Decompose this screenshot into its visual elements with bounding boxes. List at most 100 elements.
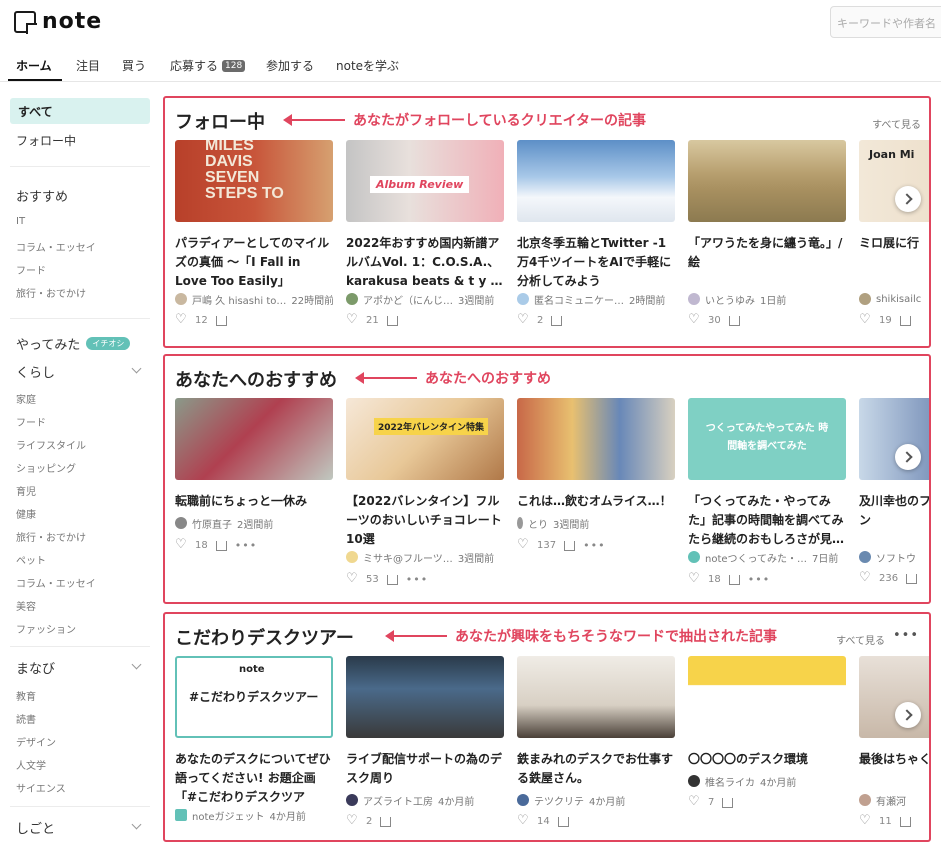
- article-card[interactable]: つくってみたやってみた 時間軸を調べてみた 「つくってみた・やってみた」記事の時…: [688, 398, 846, 586]
- tab-apply[interactable]: 応募する 128: [170, 57, 246, 74]
- tab-join[interactable]: 参加する: [266, 57, 314, 74]
- sidebar-item[interactable]: 美容: [16, 598, 36, 613]
- magazine-icon[interactable]: [728, 574, 740, 585]
- sidebar-item[interactable]: 旅行・おでかけ: [16, 529, 86, 544]
- heart-icon[interactable]: [859, 312, 871, 327]
- author-name[interactable]: 竹原直子: [192, 516, 232, 531]
- more-icon[interactable]: •••: [893, 628, 919, 643]
- article-thumbnail[interactable]: [517, 140, 675, 222]
- avatar[interactable]: [346, 794, 358, 806]
- more-icon[interactable]: •••: [583, 539, 605, 552]
- sidebar-item[interactable]: IT: [16, 216, 25, 227]
- article-card[interactable]: Joan Mi ミロ展に行 shikisailc 19: [859, 140, 929, 327]
- sidebar-item[interactable]: ファッション: [16, 621, 76, 636]
- article-title[interactable]: パラディアーとしてのマイルズの真価 〜「I Fall in Love Too E…: [175, 234, 333, 291]
- article-thumbnail[interactable]: つくってみたやってみた 時間軸を調べてみた: [688, 398, 846, 480]
- sidebar-item[interactable]: ショッピング: [16, 460, 76, 475]
- author-name[interactable]: テツクリテ: [534, 793, 584, 808]
- heart-icon[interactable]: [517, 813, 529, 828]
- article-thumbnail[interactable]: Joan Mi: [859, 140, 929, 222]
- magazine-icon[interactable]: [722, 797, 734, 808]
- sidebar-item[interactable]: コラム・エッセイ: [16, 239, 96, 254]
- avatar[interactable]: [346, 293, 358, 305]
- avatar[interactable]: [517, 794, 529, 806]
- article-title[interactable]: 転職前にちょっと一休み: [175, 492, 333, 511]
- article-title[interactable]: ミロ展に行: [859, 234, 929, 291]
- heart-icon[interactable]: [688, 312, 700, 327]
- article-card[interactable]: note #こだわりデスクツアー あなたのデスクについてぜひ語ってください! お…: [175, 656, 333, 823]
- author-name[interactable]: ソフトウ: [876, 550, 916, 565]
- sidebar-item[interactable]: 読書: [16, 711, 36, 726]
- avatar[interactable]: [175, 517, 187, 529]
- article-thumbnail[interactable]: [859, 656, 929, 738]
- sidebar-group-life[interactable]: くらし: [16, 362, 55, 381]
- sidebar-item[interactable]: サイエンス: [16, 780, 66, 795]
- article-card[interactable]: これは…飲むオムライス…！ とり 3週間前 137 •••: [517, 398, 675, 552]
- see-all-link[interactable]: すべて見る: [872, 116, 921, 131]
- heart-icon[interactable]: [688, 571, 700, 586]
- sidebar-item[interactable]: デザイン: [16, 734, 56, 749]
- article-title[interactable]: 〇〇〇〇のデスク環境: [688, 750, 846, 769]
- article-card[interactable]: 及川幸也のファースト」ターン ソフトウ 236: [859, 398, 929, 585]
- author-name[interactable]: アポかど（にんじ…: [363, 292, 453, 307]
- chevron-down-icon[interactable]: [131, 659, 142, 670]
- heart-icon[interactable]: [688, 794, 700, 809]
- magazine-icon[interactable]: [564, 540, 576, 551]
- heart-icon[interactable]: [859, 813, 871, 828]
- avatar[interactable]: [859, 794, 871, 806]
- article-card[interactable]: 転職前にちょっと一休み 竹原直子 2週間前 18 •••: [175, 398, 333, 552]
- sidebar-item[interactable]: ペット: [16, 552, 46, 567]
- heart-icon[interactable]: [346, 312, 358, 327]
- sidebar-item-following[interactable]: フォロー中: [16, 132, 76, 149]
- sidebar-item[interactable]: ライフスタイル: [16, 437, 86, 452]
- sidebar-group-recommended[interactable]: おすすめ: [16, 186, 68, 205]
- avatar[interactable]: [175, 293, 187, 305]
- tab-learn[interactable]: noteを学ぶ: [336, 57, 399, 74]
- article-thumbnail[interactable]: MILES DAVIS SEVEN STEPS TO: [175, 140, 333, 222]
- article-thumbnail[interactable]: note #こだわりデスクツアー: [175, 656, 333, 738]
- magazine-icon[interactable]: [380, 816, 392, 827]
- author-name[interactable]: アズライト工房: [363, 793, 433, 808]
- article-title[interactable]: 【2022バレンタイン】フルーツのおいしいチョコレート10選: [346, 492, 504, 549]
- article-card[interactable]: 〇〇〇〇のデスク環境 椎名ライカ 4か月前 7: [688, 656, 846, 809]
- article-thumbnail[interactable]: [175, 398, 333, 480]
- sidebar-group-learning[interactable]: まなび: [16, 658, 55, 677]
- avatar[interactable]: [859, 551, 871, 563]
- magazine-icon[interactable]: [215, 540, 227, 551]
- article-title[interactable]: 2022年おすすめ国内新譜アルバムVol. 1：C.O.S.A.、karakus…: [346, 234, 504, 291]
- article-thumbnail[interactable]: [688, 656, 846, 738]
- section-title[interactable]: あなたへのおすすめ: [175, 366, 337, 392]
- sidebar-group-tried[interactable]: やってみた イチオシ: [16, 334, 131, 353]
- avatar[interactable]: [517, 517, 523, 529]
- sidebar-group-work[interactable]: しごと: [16, 818, 55, 837]
- avatar[interactable]: [346, 551, 358, 563]
- article-card[interactable]: Album Review 2022年おすすめ国内新譜アルバムVol. 1：C.O…: [346, 140, 504, 327]
- magazine-icon[interactable]: [386, 315, 398, 326]
- article-thumbnail[interactable]: [859, 398, 929, 480]
- article-title[interactable]: これは…飲むオムライス…！: [517, 492, 675, 511]
- article-card[interactable]: 鉄まみれのデスクでお仕事する鉄屋さん。 テツクリテ 4か月前 14: [517, 656, 675, 828]
- author-name[interactable]: 匿名コミュニケー…: [534, 292, 624, 307]
- heart-icon[interactable]: [175, 537, 187, 552]
- avatar[interactable]: [688, 293, 700, 305]
- magazine-icon[interactable]: [728, 315, 740, 326]
- author-name[interactable]: 有瀬河: [876, 793, 906, 808]
- author-name[interactable]: ミサキ@フルーツ…: [363, 550, 453, 565]
- magazine-icon[interactable]: [899, 315, 911, 326]
- tab-buy[interactable]: 買う: [122, 57, 146, 74]
- avatar[interactable]: [688, 775, 700, 787]
- article-card[interactable]: 最後はちゃく 有瀬河 11: [859, 656, 929, 828]
- article-title[interactable]: 最後はちゃく: [859, 750, 929, 788]
- heart-icon[interactable]: [859, 570, 871, 585]
- magazine-icon[interactable]: [215, 315, 227, 326]
- magazine-icon[interactable]: [386, 574, 398, 585]
- article-thumbnail[interactable]: [688, 140, 846, 222]
- author-name[interactable]: 戸嶋 久 hisashi to…: [192, 292, 286, 307]
- author-name[interactable]: shikisailc: [876, 294, 921, 305]
- article-title[interactable]: 鉄まみれのデスクでお仕事する鉄屋さん。: [517, 750, 675, 788]
- heart-icon[interactable]: [517, 312, 529, 327]
- heart-icon[interactable]: [346, 571, 358, 586]
- article-title[interactable]: ライブ配信サポートの為のデスク周り: [346, 750, 504, 788]
- magazine-icon[interactable]: [899, 816, 911, 827]
- sidebar-item-all[interactable]: すべて: [10, 98, 150, 124]
